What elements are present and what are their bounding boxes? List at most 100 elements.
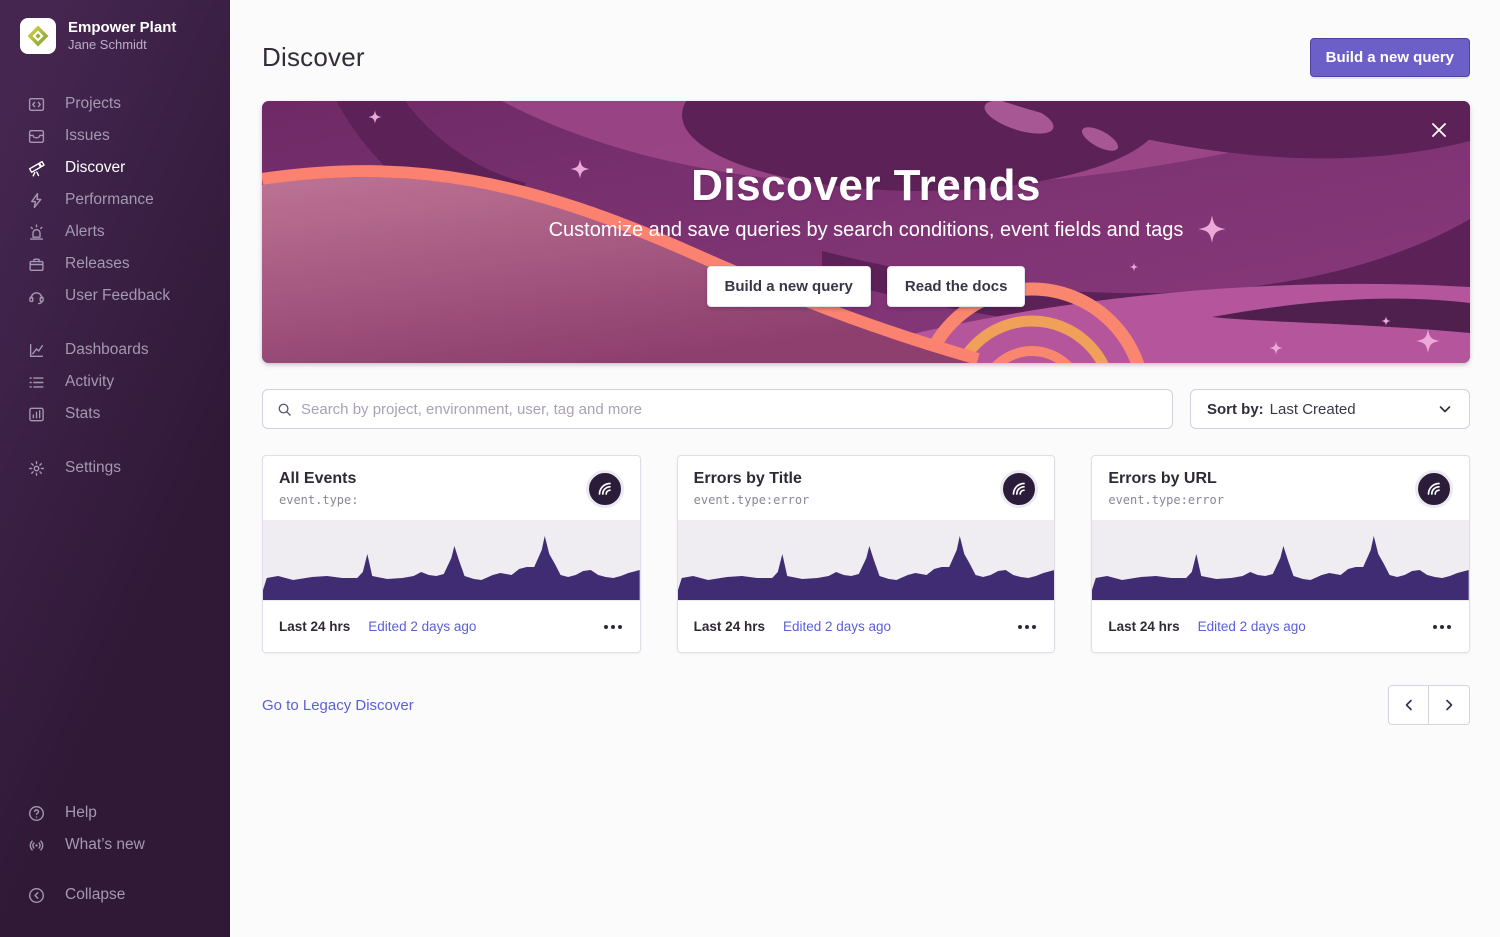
chevron-left-icon bbox=[1401, 697, 1417, 713]
sidebar-item-whats-new[interactable]: What’s new bbox=[0, 829, 230, 861]
headset-icon bbox=[28, 288, 45, 305]
list-icon bbox=[28, 374, 45, 391]
gear-icon bbox=[28, 460, 45, 477]
org-switcher[interactable]: Empower Plant Jane Schmidt bbox=[0, 18, 230, 54]
main-content: Discover Build a new query bbox=[230, 0, 1500, 937]
sidebar: Empower Plant Jane Schmidt Projects Issu… bbox=[0, 0, 230, 937]
card-header: Errors by URL event.type:error bbox=[1092, 456, 1469, 520]
banner-title: Discover Trends bbox=[691, 161, 1041, 211]
nav-divider bbox=[0, 861, 230, 879]
archive-icon bbox=[28, 256, 45, 273]
time-range: Last 24 hrs bbox=[694, 619, 765, 634]
sidebar-item-label: Settings bbox=[65, 459, 121, 477]
filter-row: Sort by: Last Created bbox=[262, 389, 1470, 429]
sidebar-item-stats[interactable]: Stats bbox=[0, 398, 230, 430]
sidebar-item-dashboards[interactable]: Dashboards bbox=[0, 334, 230, 366]
sidebar-item-label: Stats bbox=[65, 405, 100, 423]
edited-timestamp: Edited 2 days ago bbox=[783, 619, 891, 634]
sort-label: Sort by: bbox=[1207, 401, 1264, 418]
sidebar-item-issues[interactable]: Issues bbox=[0, 120, 230, 152]
sidebar-item-performance[interactable]: Performance bbox=[0, 184, 230, 216]
banner-actions: Build a new query Read the docs bbox=[707, 266, 1026, 307]
sentry-logo-icon bbox=[595, 479, 615, 499]
saved-query-cards: All Events event.type: Last 24 hrs Edite… bbox=[262, 455, 1470, 653]
search-input[interactable] bbox=[301, 401, 1158, 418]
query-card-errors-by-title[interactable]: Errors by Title event.type:error Last 24… bbox=[677, 455, 1056, 653]
card-options-button[interactable] bbox=[602, 619, 624, 635]
chevron-down-icon bbox=[1437, 401, 1453, 417]
sparkline-chart bbox=[1092, 520, 1469, 600]
sparkline-chart bbox=[678, 520, 1055, 600]
pagination-next-button[interactable] bbox=[1429, 685, 1470, 725]
sidebar-item-label: What’s new bbox=[65, 836, 145, 854]
banner-read-docs-button[interactable]: Read the docs bbox=[887, 266, 1026, 307]
sidebar-item-label: Alerts bbox=[65, 223, 105, 241]
search-box bbox=[262, 389, 1173, 429]
query-card-errors-by-url[interactable]: Errors by URL event.type:error Last 24 h… bbox=[1091, 455, 1470, 653]
card-footer: Last 24 hrs Edited 2 days ago bbox=[1092, 600, 1469, 652]
page-header: Discover Build a new query bbox=[262, 0, 1470, 101]
primary-nav: Projects Issues Discover Performance Ale… bbox=[0, 88, 230, 484]
ellipsis-icon bbox=[1018, 625, 1022, 629]
query-card-all-events[interactable]: All Events event.type: Last 24 hrs Edite… bbox=[262, 455, 641, 653]
creator-avatar bbox=[586, 470, 624, 508]
banner-content: Discover Trends Customize and save queri… bbox=[262, 101, 1470, 363]
creator-avatar bbox=[1415, 470, 1453, 508]
card-title: Errors by Title bbox=[694, 470, 810, 488]
sparkline-area bbox=[678, 536, 1055, 600]
discover-trends-banner: Discover Trends Customize and save queri… bbox=[262, 101, 1470, 363]
time-range: Last 24 hrs bbox=[1108, 619, 1179, 634]
sidebar-item-alerts[interactable]: Alerts bbox=[0, 216, 230, 248]
broadcast-icon bbox=[28, 837, 45, 854]
search-icon bbox=[277, 402, 292, 417]
nav-divider bbox=[0, 312, 230, 334]
sentry-logo-icon bbox=[1424, 479, 1444, 499]
card-footer: Last 24 hrs Edited 2 days ago bbox=[263, 600, 640, 652]
sidebar-item-activity[interactable]: Activity bbox=[0, 366, 230, 398]
page-title: Discover bbox=[262, 42, 365, 73]
sidebar-item-discover[interactable]: Discover bbox=[0, 152, 230, 184]
sidebar-collapse-button[interactable]: Collapse bbox=[0, 879, 230, 911]
sidebar-item-projects[interactable]: Projects bbox=[0, 88, 230, 120]
nav-divider bbox=[0, 430, 230, 452]
edited-timestamp: Edited 2 days ago bbox=[368, 619, 476, 634]
banner-subtitle: Customize and save queries by search con… bbox=[549, 219, 1184, 242]
card-options-button[interactable] bbox=[1431, 619, 1453, 635]
banner-close-button[interactable] bbox=[1424, 115, 1454, 145]
close-icon bbox=[1429, 120, 1449, 140]
card-options-button[interactable] bbox=[1016, 619, 1038, 635]
sidebar-item-label: User Feedback bbox=[65, 287, 170, 305]
telescope-icon bbox=[28, 160, 45, 177]
projects-icon bbox=[28, 96, 45, 113]
bottom-row: Go to Legacy Discover bbox=[262, 685, 1470, 725]
question-circle-icon bbox=[28, 805, 45, 822]
sidebar-item-label: Activity bbox=[65, 373, 114, 391]
sparkline-area bbox=[1092, 536, 1469, 600]
user-name: Jane Schmidt bbox=[68, 37, 176, 53]
sidebar-item-label: Discover bbox=[65, 159, 125, 177]
sidebar-item-releases[interactable]: Releases bbox=[0, 248, 230, 280]
issues-icon bbox=[28, 128, 45, 145]
sidebar-item-help[interactable]: Help bbox=[0, 797, 230, 829]
card-query-string: event.type: bbox=[279, 493, 358, 507]
sidebar-item-label: Collapse bbox=[65, 886, 125, 904]
pagination-prev-button[interactable] bbox=[1388, 685, 1429, 725]
sparkline-chart bbox=[263, 520, 640, 600]
sidebar-item-user-feedback[interactable]: User Feedback bbox=[0, 280, 230, 312]
bar-chart-icon bbox=[28, 406, 45, 423]
sparkline-area bbox=[263, 536, 640, 600]
sidebar-item-settings[interactable]: Settings bbox=[0, 452, 230, 484]
build-new-query-button[interactable]: Build a new query bbox=[1310, 38, 1470, 77]
banner-build-query-button[interactable]: Build a new query bbox=[707, 266, 871, 307]
edited-timestamp: Edited 2 days ago bbox=[1198, 619, 1306, 634]
time-range: Last 24 hrs bbox=[279, 619, 350, 634]
card-footer: Last 24 hrs Edited 2 days ago bbox=[678, 600, 1055, 652]
sidebar-item-label: Dashboards bbox=[65, 341, 149, 359]
sort-dropdown[interactable]: Sort by: Last Created bbox=[1190, 389, 1470, 429]
card-title: All Events bbox=[279, 470, 358, 488]
sidebar-item-label: Help bbox=[65, 804, 97, 822]
card-query-string: event.type:error bbox=[1108, 493, 1224, 507]
chevron-right-icon bbox=[1441, 697, 1457, 713]
legacy-discover-link[interactable]: Go to Legacy Discover bbox=[262, 697, 414, 714]
ellipsis-icon bbox=[604, 625, 608, 629]
